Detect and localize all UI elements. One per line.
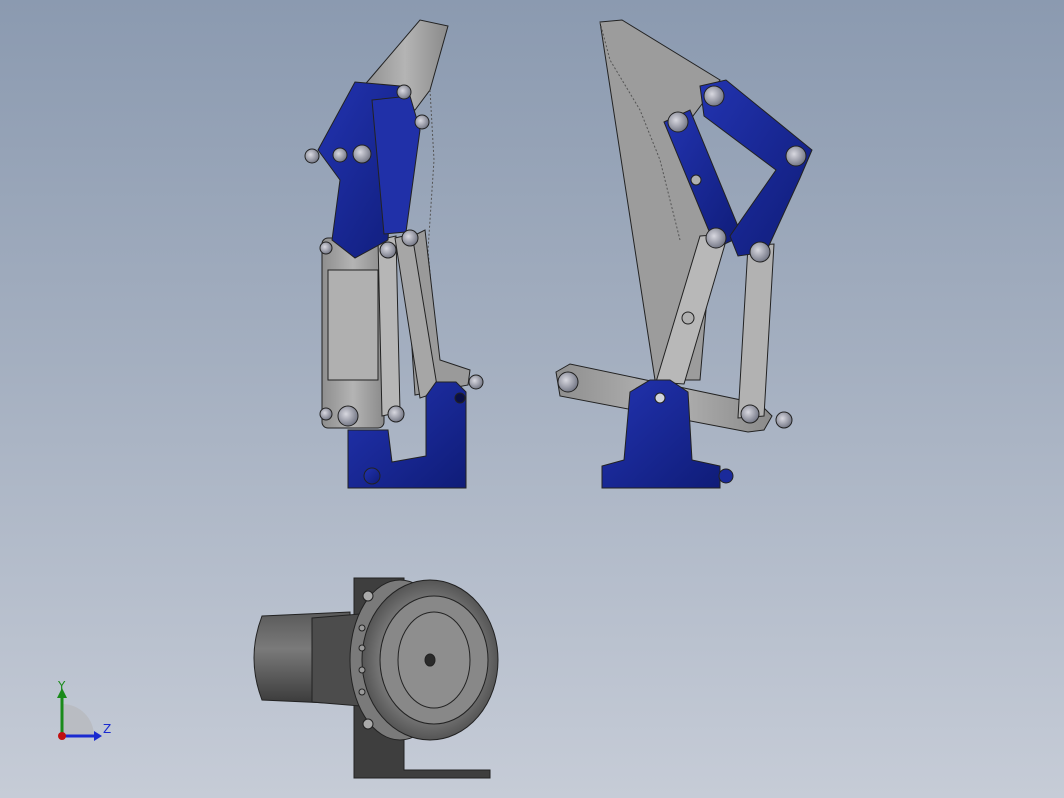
gripper-front-view[interactable] [555,19,813,489]
graphics-viewport[interactable]: Y Z [0,0,1064,798]
gripper-top-view[interactable] [253,577,499,779]
gripper-side-view[interactable] [304,19,484,489]
model-canvas[interactable]: Y Z [0,0,1064,798]
x-axis-dot [58,732,66,740]
coordinate-triad: Y Z [57,679,111,741]
y-axis-label: Y [57,679,66,693]
z-axis-label: Z [103,722,111,736]
